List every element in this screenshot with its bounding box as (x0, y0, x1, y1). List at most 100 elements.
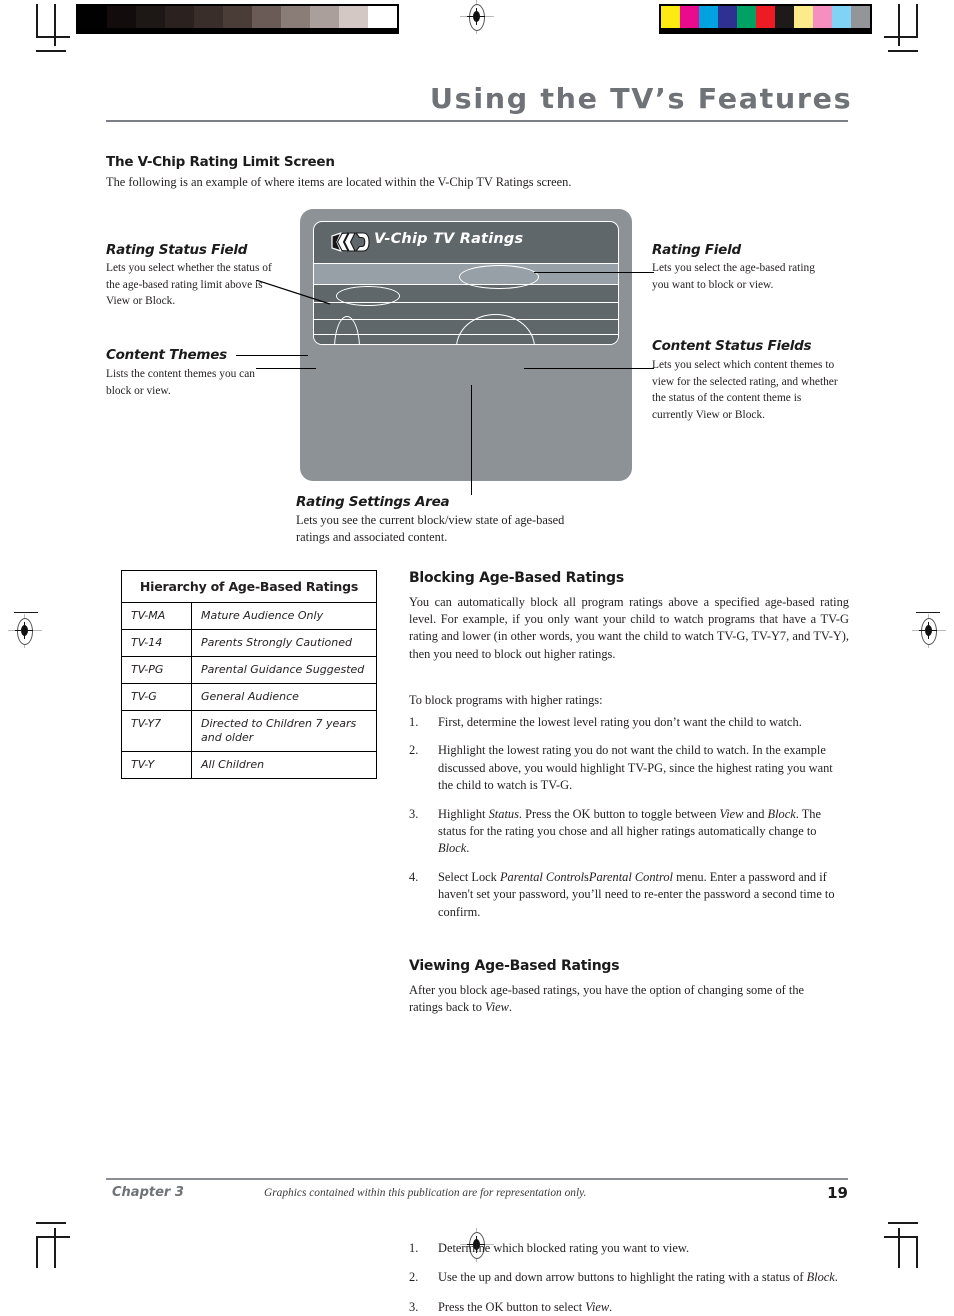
calibration-swatch (252, 6, 281, 28)
table-row: TV-MA Mature Audience Only (122, 603, 376, 630)
calibration-swatch (107, 6, 136, 28)
table-row: TV-Y7 Directed to Children 7 years and ol… (122, 711, 376, 752)
table-caption: Hierarchy of Age-Based Ratings (122, 571, 376, 603)
callout-heading-content-themes: Content Themes (106, 347, 227, 363)
calibration-swatch (813, 6, 832, 28)
leader-line-rating-field (534, 272, 654, 273)
callout-heading-rating-status-field: Rating Status Field (106, 242, 248, 258)
callout-text-rating-status-field: Lets you select whether the status of th… (106, 262, 272, 307)
table-row: TV-Y All Children (122, 752, 376, 778)
calibration-swatch (699, 6, 718, 28)
vchip-swoosh-icon (330, 231, 370, 253)
crop-mark-bottom-right-tick (888, 1222, 918, 1224)
table-row: TV-PG Parental Guidance Suggested (122, 657, 376, 684)
table-cell-description: Parental Guidance Suggested (201, 663, 365, 676)
table-cell-rating: TV-G (122, 684, 192, 710)
crop-mark-top-left-tick (36, 50, 66, 52)
list-item-number: 2. (409, 743, 419, 758)
table-cell-description: All Children (201, 758, 265, 771)
crop-mark-bottom-right-top (884, 1236, 918, 1238)
calibration-swatch (281, 6, 310, 28)
calibration-swatch (165, 6, 194, 28)
list-item-number: 3. (409, 1299, 419, 1314)
calibration-swatch (680, 6, 699, 28)
list-item: 2. Highlight the lowest rating you do not… (409, 742, 849, 794)
registration-mark-left (8, 614, 42, 648)
section-heading-viewing: Viewing Age-Based Ratings (409, 958, 620, 974)
viewing-paragraph-1: After you block age-based ratings, you h… (409, 983, 805, 1015)
blocking-steps-list: 1. First, determine the lowest level rati… (409, 714, 849, 921)
crop-mark-bottom-left-corner (36, 1236, 38, 1268)
list-item-text: Determine which blocked rating you want … (438, 1241, 690, 1256)
registration-mark-top (460, 0, 494, 34)
list-item-number: 3. (409, 806, 419, 821)
calibration-swatch (794, 6, 813, 28)
footer-page-number: 19 (827, 1184, 848, 1202)
calibration-swatch (339, 6, 368, 28)
leader-line-content-status (524, 368, 654, 369)
list-item-number: 4. (409, 869, 419, 884)
callout-text-content-themes: Lists the content themes you can block o… (106, 368, 255, 397)
table-row: TV-G General Audience (122, 684, 376, 711)
callout-ellipse-rating-field (459, 265, 539, 289)
intro-paragraph: The following is an example of where ite… (106, 175, 572, 189)
calibration-swatch (368, 6, 397, 28)
table-cell-description: Directed to Children 7 years and older (201, 717, 357, 744)
page-title: Using the TV’s Features (429, 82, 853, 115)
list-item-text: Highlight Status. Press the OK button to… (438, 806, 821, 856)
list-item-text: Select Lock Parental ControlsParental Co… (438, 869, 835, 919)
section-heading-blocking: Blocking Age-Based Ratings (409, 570, 624, 586)
crop-mark-bottom-left-top (36, 1236, 70, 1238)
list-item-text: Use the up and down arrow buttons to hig… (438, 1270, 838, 1285)
crop-mark-top-right-tick (888, 50, 918, 52)
color-calibration-bar (659, 4, 872, 34)
footer-chapter: Chapter 3 (112, 1185, 184, 1200)
crop-mark-bottom-left-tick (36, 1222, 66, 1224)
table-cell-description: Parents Strongly Cautioned (201, 636, 352, 649)
calibration-swatch (737, 6, 756, 28)
table-cell-rating: TV-PG (122, 657, 192, 683)
crop-mark-top-right-corner (884, 36, 918, 38)
calibration-swatch (136, 6, 165, 28)
viewing-steps-list: 1. Determine which blocked rating you wan… (409, 1240, 849, 1316)
table-body: TV-MA Mature Audience Only TV-14 Parents St… (122, 603, 376, 778)
callout-ellipse-rating-status (336, 286, 400, 306)
footer-note: Graphics contained within this publicati… (264, 1187, 587, 1199)
list-item-number: 1. (409, 715, 419, 729)
calibration-swatch (851, 6, 870, 28)
crop-mark-bottom-right-vertical (898, 1228, 900, 1268)
calibration-swatch (661, 6, 680, 28)
list-item-number: 2. (409, 1270, 419, 1285)
list-item: 4. Select Lock Parental ControlsParental … (409, 869, 849, 921)
calibration-swatch (756, 6, 775, 28)
calibration-swatch (310, 6, 339, 28)
calibration-swatch (718, 6, 737, 28)
section-heading-vchip-rating-limit: The V-Chip Rating Limit Screen (106, 154, 335, 170)
calibration-swatch (223, 6, 252, 28)
table-cell-description: Mature Audience Only (201, 609, 324, 622)
grayscale-calibration-bar (76, 4, 399, 34)
leader-line-content-themes-head (236, 355, 308, 356)
table-cell-rating: TV-Y (122, 752, 192, 778)
callout-text-content-status-fields: Lets you select which content themes to … (652, 359, 838, 421)
list-item: 3. Press the OK button to select View. (409, 1299, 849, 1316)
list-item: 3. Highlight Status. Press the OK button … (409, 806, 849, 858)
table-cell-description: General Audience (201, 690, 299, 703)
list-item-text: First, determine the lowest level rating… (438, 715, 802, 729)
table-cell-rating: TV-MA (122, 603, 192, 629)
list-item-text: Press the OK button to select View. (438, 1299, 613, 1314)
tv-screen-illustration: V-Chip TV Ratings (300, 209, 632, 481)
list-item-text: Highlight the lowest rating you do not w… (438, 743, 833, 793)
calibration-swatch (194, 6, 223, 28)
crop-mark-top-right-vertical (916, 4, 918, 38)
header-rule (106, 120, 848, 123)
list-item-number: 1. (409, 1241, 419, 1256)
table-row: TV-14 Parents Strongly Cautioned (122, 630, 376, 657)
table-cell-rating: TV-Y7 (122, 711, 192, 751)
crop-mark-top-left-second (54, 4, 56, 46)
callout-text-rating-settings-area: Lets you see the current block/view stat… (296, 513, 565, 545)
callout-heading-rating-settings-area: Rating Settings Area (296, 494, 450, 510)
registration-mark-right (912, 614, 946, 648)
crop-mark-top-left-corner (36, 36, 70, 38)
crop-mark-bottom-left-vertical (54, 1228, 56, 1268)
